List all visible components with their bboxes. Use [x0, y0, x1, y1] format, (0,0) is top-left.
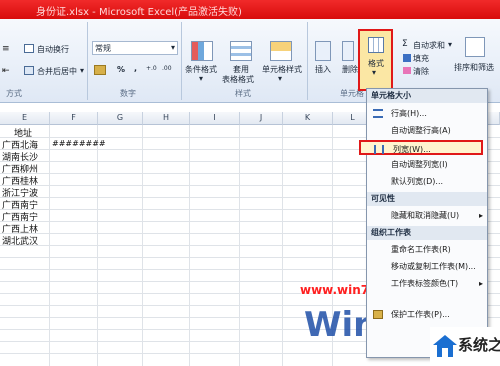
house-logo-icon	[433, 335, 457, 357]
fill-button[interactable]: 填充	[413, 53, 429, 64]
style-group-label: 样式	[235, 89, 251, 98]
chevron-down-icon: ▾	[199, 74, 204, 83]
percent-button[interactable]: %	[117, 65, 125, 74]
insert-button[interactable]: 插入	[315, 64, 331, 75]
menu-item-label: 行高(H)...	[391, 109, 427, 118]
column-header-J[interactable]: J	[240, 112, 283, 125]
menu-item-label: 自动调整行高(A)	[391, 126, 451, 135]
menu-item-move-copy[interactable]: 移动或复制工作表(M)...	[367, 259, 487, 274]
number-group-label: 数字	[120, 89, 136, 98]
decrease-decimal-button[interactable]: .00	[162, 65, 172, 72]
cell-overflow[interactable]: ########	[52, 139, 106, 148]
separator	[181, 22, 182, 100]
chevron-down-icon: ▾	[448, 40, 453, 49]
menu-item-hide-unhide[interactable]: 隐藏和取消隐藏(U) ▸	[367, 208, 487, 223]
number-format-value: 常规	[95, 44, 111, 53]
submenu-arrow-icon: ▸	[478, 211, 483, 220]
column-header-F[interactable]: F	[50, 112, 98, 125]
format-dropdown-menu: 单元格大小 行高(H)... 自动调整行高(A) 列宽(W)... 自动调整列宽…	[359, 88, 488, 358]
cell-style-icon	[270, 41, 292, 61]
indent-icon[interactable]: ≡	[2, 44, 10, 54]
chevron-down-icon: ▾	[170, 43, 175, 52]
menu-item-label: 保护工作表(P)...	[391, 310, 450, 319]
insert-icon	[315, 41, 331, 61]
chevron-down-icon: ▾	[278, 74, 283, 83]
menu-item-label: 移动或复制工作表(M)...	[391, 262, 476, 271]
sigma-icon: Σ	[402, 39, 408, 49]
menu-item-label: 隐藏和取消隐藏(U)	[391, 211, 460, 220]
menu-item-autofit-column[interactable]: 自动调整列宽(I)	[367, 157, 487, 172]
column-width-icon	[374, 145, 384, 154]
menu-section-visibility: 可见性	[367, 192, 487, 206]
submenu-arrow-icon: ▸	[478, 279, 483, 288]
menu-item-default-width[interactable]: 默认列宽(D)...	[367, 174, 487, 189]
menu-section-cell-size: 单元格大小	[367, 89, 487, 103]
menu-item-rename-sheet[interactable]: 重命名工作表(R)	[367, 242, 487, 257]
row-height-icon	[373, 109, 383, 118]
menu-item-label: 默认列宽(D)...	[391, 177, 444, 186]
comma-button[interactable]: ,	[134, 64, 137, 73]
conditional-format-icon	[191, 41, 213, 61]
separator	[307, 22, 308, 100]
format-button[interactable]: 格式 ▾	[358, 29, 393, 91]
indent-left-icon[interactable]: ⇤	[2, 66, 10, 76]
menu-item-protect-sheet[interactable]: 保护工作表(P)...	[367, 307, 487, 322]
increase-decimal-button[interactable]: +.0	[146, 65, 157, 72]
column-header-I[interactable]: I	[190, 112, 240, 125]
format-icon	[368, 37, 384, 53]
column-header-K[interactable]: K	[283, 112, 333, 125]
window-title: 身份证.xlsx - Microsoft Excel(产品激活失败)	[36, 7, 242, 18]
merge-dropdown-arrow[interactable]: ▾	[80, 66, 84, 75]
column-header-E[interactable]: E	[0, 112, 50, 125]
number-format-dropdown[interactable]: 常规 ▾	[92, 41, 178, 55]
merge-center-icon	[24, 66, 34, 75]
menu-item-row-height[interactable]: 行高(H)...	[367, 106, 487, 121]
menu-item-autofit-row[interactable]: 自动调整行高(A)	[367, 123, 487, 138]
table-format-label-2: 表格格式	[222, 75, 254, 84]
delete-button[interactable]: 删除	[342, 64, 358, 75]
clear-button[interactable]: 清除	[413, 66, 429, 77]
autosum-button[interactable]: 自动求和	[413, 40, 445, 51]
column-header-G[interactable]: G	[98, 112, 143, 125]
menu-section-organize: 组织工作表	[367, 226, 487, 240]
cell-row-9[interactable]: 湖北武汉	[2, 234, 38, 247]
lock-icon	[373, 310, 383, 319]
delete-icon	[342, 41, 354, 61]
separator	[87, 22, 88, 100]
eraser-icon	[403, 67, 411, 74]
menu-item-column-width[interactable]: 列宽(W)...	[359, 140, 483, 155]
menu-item-label: 工作表标签颜色(T)	[391, 279, 459, 288]
title-bar: 身份证.xlsx - Microsoft Excel(产品激活失败)	[0, 0, 500, 19]
alignment-group-label: 方式	[6, 89, 22, 98]
column-header-H[interactable]: H	[143, 112, 190, 125]
fill-icon	[403, 54, 411, 62]
menu-item-label: 列宽(W)...	[393, 145, 431, 154]
menu-item-label: 重命名工作表(R)	[391, 245, 451, 254]
site-logo-text: 系统之家	[458, 336, 500, 354]
wrap-text-icon	[24, 44, 34, 53]
currency-icon[interactable]	[94, 65, 106, 75]
sort-filter-icon	[465, 37, 485, 57]
table-format-icon	[230, 41, 252, 61]
wrap-text-button[interactable]: 自动换行	[37, 44, 69, 55]
merge-center-button[interactable]: 合并后居中	[37, 66, 77, 77]
sort-filter-button[interactable]: 排序和筛选	[454, 62, 494, 73]
menu-item-label: 自动调整列宽(I)	[391, 160, 448, 169]
chevron-down-icon: ▾	[372, 68, 377, 77]
menu-item-tab-color[interactable]: 工作表标签颜色(T) ▸	[367, 276, 487, 291]
